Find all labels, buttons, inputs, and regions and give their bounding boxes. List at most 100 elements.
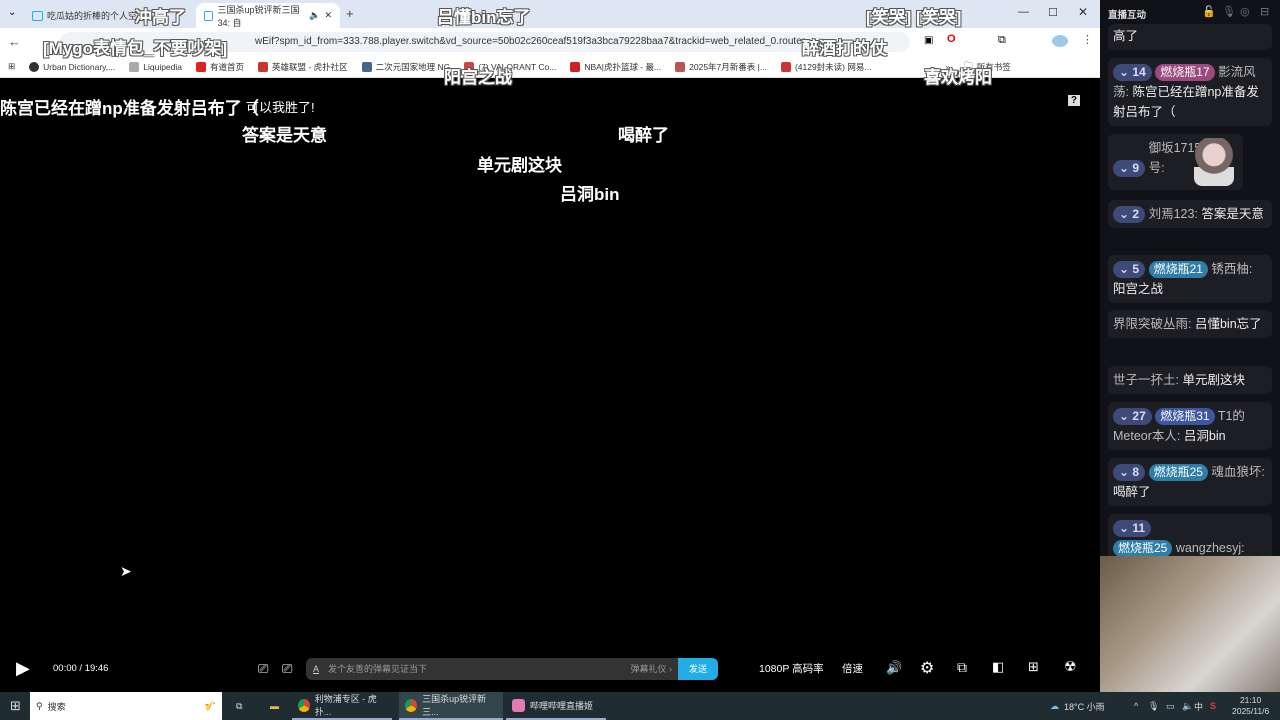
apps-grid-icon[interactable]: ⊞ xyxy=(8,61,15,72)
danmaku: 喜欢烤阳 xyxy=(924,68,992,87)
close-tab-icon[interactable]: ✕ xyxy=(324,10,332,21)
fan-medal: 燃烧瓶25 xyxy=(1113,540,1173,557)
chat-message: ⌄ 9 御坂17152号: xyxy=(1108,134,1243,190)
speed-button[interactable]: 倍速 xyxy=(842,661,863,676)
sticker-image xyxy=(1194,138,1234,186)
chat-message: ⌄ 14 燃烧瓶17 影流风荡: 陈宫已经在蹭np准备发射吕布了（ xyxy=(1108,58,1272,126)
bookmark[interactable]: 英雄联盟 - 虎扑社区 xyxy=(258,61,348,73)
tab-active-video[interactable]: 三国杀up锐评新三国34: 自 🔈 ✕ xyxy=(196,3,340,28)
file-explorer-icon[interactable]: ▬ xyxy=(264,692,285,720)
bilibili-icon xyxy=(204,10,214,21)
level-badge: ⌄ 11 xyxy=(1113,520,1152,537)
chat-message: ⌄ 5 燃烧瓶21 锈西柚: 阳宫之战 xyxy=(1108,255,1272,303)
taskbar-app[interactable]: 哔哩哔哩直播姬 xyxy=(506,692,606,720)
quality-button[interactable]: 1080P 高码率 xyxy=(759,661,824,676)
fan-medal: 燃烧瓶17 xyxy=(1155,64,1215,81)
chrome-icon xyxy=(298,698,310,712)
fan-medal: 燃烧瓶31 xyxy=(1155,408,1215,425)
danmaku: 答案是天意 xyxy=(242,126,327,145)
danmaku: 吕洞bin xyxy=(560,185,620,204)
danmaku-settings-icon[interactable]: ⎚ xyxy=(282,661,292,677)
opera-icon[interactable]: O xyxy=(947,33,956,45)
task-view-icon[interactable]: ⧉ xyxy=(230,692,248,720)
clock[interactable]: 21:10 2025/11/6 xyxy=(1232,695,1269,717)
chrome-icon xyxy=(405,698,418,712)
webcam-feed xyxy=(1100,556,1280,692)
new-tab-button[interactable]: + xyxy=(346,6,354,21)
back-button[interactable]: ← xyxy=(8,34,21,49)
taskbar-app[interactable]: 利物浦专区 - 虎扑... xyxy=(292,692,392,720)
danmaku: [Mygo表情包_不要吵架] xyxy=(43,39,228,58)
level-badge: ⌄ 9 xyxy=(1113,160,1146,177)
menu-icon[interactable]: ⋮ xyxy=(1082,33,1093,46)
danmaku: 喝醉了 xyxy=(618,126,669,145)
taskbar: ⊞ ⚲ 搜索 🎷 ⧉ ▬ 利物浦专区 - 虎扑... 三国杀up锐评新三... 哔哩… xyxy=(0,692,1280,720)
maximize-button[interactable]: ☐ xyxy=(1048,6,1058,19)
close-window-button[interactable]: ✕ xyxy=(1078,5,1088,19)
danmaku-toggle-icon[interactable]: ⎚ xyxy=(258,661,268,677)
bookmark[interactable]: Liquipedia xyxy=(129,61,182,72)
extensions-puzzle-icon[interactable]: ⧉ xyxy=(998,34,1006,47)
level-badge: ⌄ 5 xyxy=(1113,261,1146,278)
weather-widget[interactable]: ☁ 18°C 小雨 xyxy=(1044,692,1111,720)
panel-title: 直播互动 xyxy=(1108,10,1147,21)
danmaku: 单元剧这块 xyxy=(477,156,562,175)
bilibili-icon xyxy=(32,10,43,21)
danmaku: 醉酒打的仗 xyxy=(802,39,887,58)
mic-icon[interactable]: 🎙 xyxy=(1222,5,1236,18)
fan-medal: 燃烧瓶25 xyxy=(1148,464,1208,481)
danmaku: 可以我胜了! xyxy=(246,100,315,115)
chat-message: 世子一抔土: 单元剧这块 xyxy=(1108,366,1272,394)
level-badge: ⌄ 8 xyxy=(1113,464,1146,481)
mouse-cursor-icon: ➤ xyxy=(120,563,132,579)
danmaku: [笑哭] [笑哭] xyxy=(866,8,962,27)
chat-message: 高了 xyxy=(1108,24,1272,50)
web-fullscreen-icon[interactable]: ⊞ xyxy=(1028,659,1039,675)
chat-message: ⌄ 8 燃烧瓶25 魂血狼坏: 喝醉了 xyxy=(1108,458,1272,506)
bookmark[interactable]: Urban Dictionary,... xyxy=(29,61,115,72)
level-badge: ⌄ 27 xyxy=(1113,408,1152,425)
danmaku: 阳宫之战 xyxy=(444,68,512,87)
profile-avatar[interactable] xyxy=(1052,35,1068,47)
bookmark[interactable]: 2025年7月新番表 |... xyxy=(675,61,767,73)
play-button[interactable]: ▶ xyxy=(16,658,30,679)
wide-mode-icon[interactable]: ◧ xyxy=(992,659,1004,675)
minimize-button[interactable]: — xyxy=(1018,6,1029,18)
taskbar-app[interactable]: 三国杀up锐评新三... xyxy=(399,692,503,720)
weather-cloud-icon: ☁ xyxy=(1050,700,1059,711)
bookmark[interactable]: (4129封未读) 网易... xyxy=(780,61,871,73)
tab-list-chevron-icon[interactable]: ⌄ xyxy=(8,7,16,18)
bookmark[interactable]: NBA|虎扑篮球 - 最... xyxy=(570,61,661,73)
fan-medal: 燃烧瓶21 xyxy=(1148,261,1208,278)
fullscreen-icon[interactable]: ☢ xyxy=(1064,658,1077,675)
danmaku: 吕懂bin忘了 xyxy=(437,8,531,27)
bilibili-live-icon xyxy=(512,698,525,712)
sogou-icon[interactable]: S xyxy=(1204,692,1222,720)
chat-message: ⌄ 27 燃烧瓶31 T1的Meteor本人: 吕洞bin xyxy=(1108,402,1272,450)
pip-icon[interactable]: ⧉ xyxy=(957,659,967,676)
search-icon: ⚲ xyxy=(36,700,43,711)
chat-message: 界限突破丛雨: 吕懂bin忘了 xyxy=(1108,310,1272,338)
level-badge: ⌄ 2 xyxy=(1113,206,1146,223)
danmaku: 陈宫已经在蹭np准备发射吕布了（ xyxy=(0,99,259,118)
level-badge: ⌄ 14 xyxy=(1113,64,1152,81)
audio-icon: 🔈 xyxy=(309,10,321,20)
taskbar-search[interactable]: ⚲ 搜索 🎷 xyxy=(30,692,222,720)
font-style-icon[interactable]: A xyxy=(313,658,319,680)
extension-icon[interactable]: ▣ xyxy=(924,35,933,46)
layout-icon[interactable]: ⊟ xyxy=(1260,5,1269,18)
settings-gear-icon[interactable]: ⚙ xyxy=(920,658,934,678)
help-icon[interactable]: ? xyxy=(1067,95,1080,106)
windows-start-icon[interactable]: ⊞ xyxy=(4,692,27,720)
bookmark[interactable]: 二次元国家地理 NG xyxy=(361,61,450,73)
danmaku-etiquette-link[interactable]: 弹幕礼仪 › xyxy=(631,658,673,680)
bookmark[interactable]: 有道首页 xyxy=(196,61,244,73)
settings-icon[interactable]: ◎ xyxy=(1240,5,1250,18)
volume-icon[interactable]: 🔊 xyxy=(886,660,902,676)
saxophone-icon: 🎷 xyxy=(204,700,216,711)
player-controls: ▶ 00:00 / 19:46 ⎚ ⎚ A 发个友善的弹幕见证当下 弹幕礼仪 ›… xyxy=(0,655,1100,683)
send-button[interactable]: 发送 xyxy=(678,658,718,680)
chat-message: ⌄ 2 刘焉123: 答案是天意 xyxy=(1108,200,1272,228)
lock-icon[interactable]: 🔓 xyxy=(1202,5,1216,18)
danmaku-input[interactable]: A 发个友善的弹幕见证当下 弹幕礼仪 › 发送 xyxy=(306,658,718,680)
